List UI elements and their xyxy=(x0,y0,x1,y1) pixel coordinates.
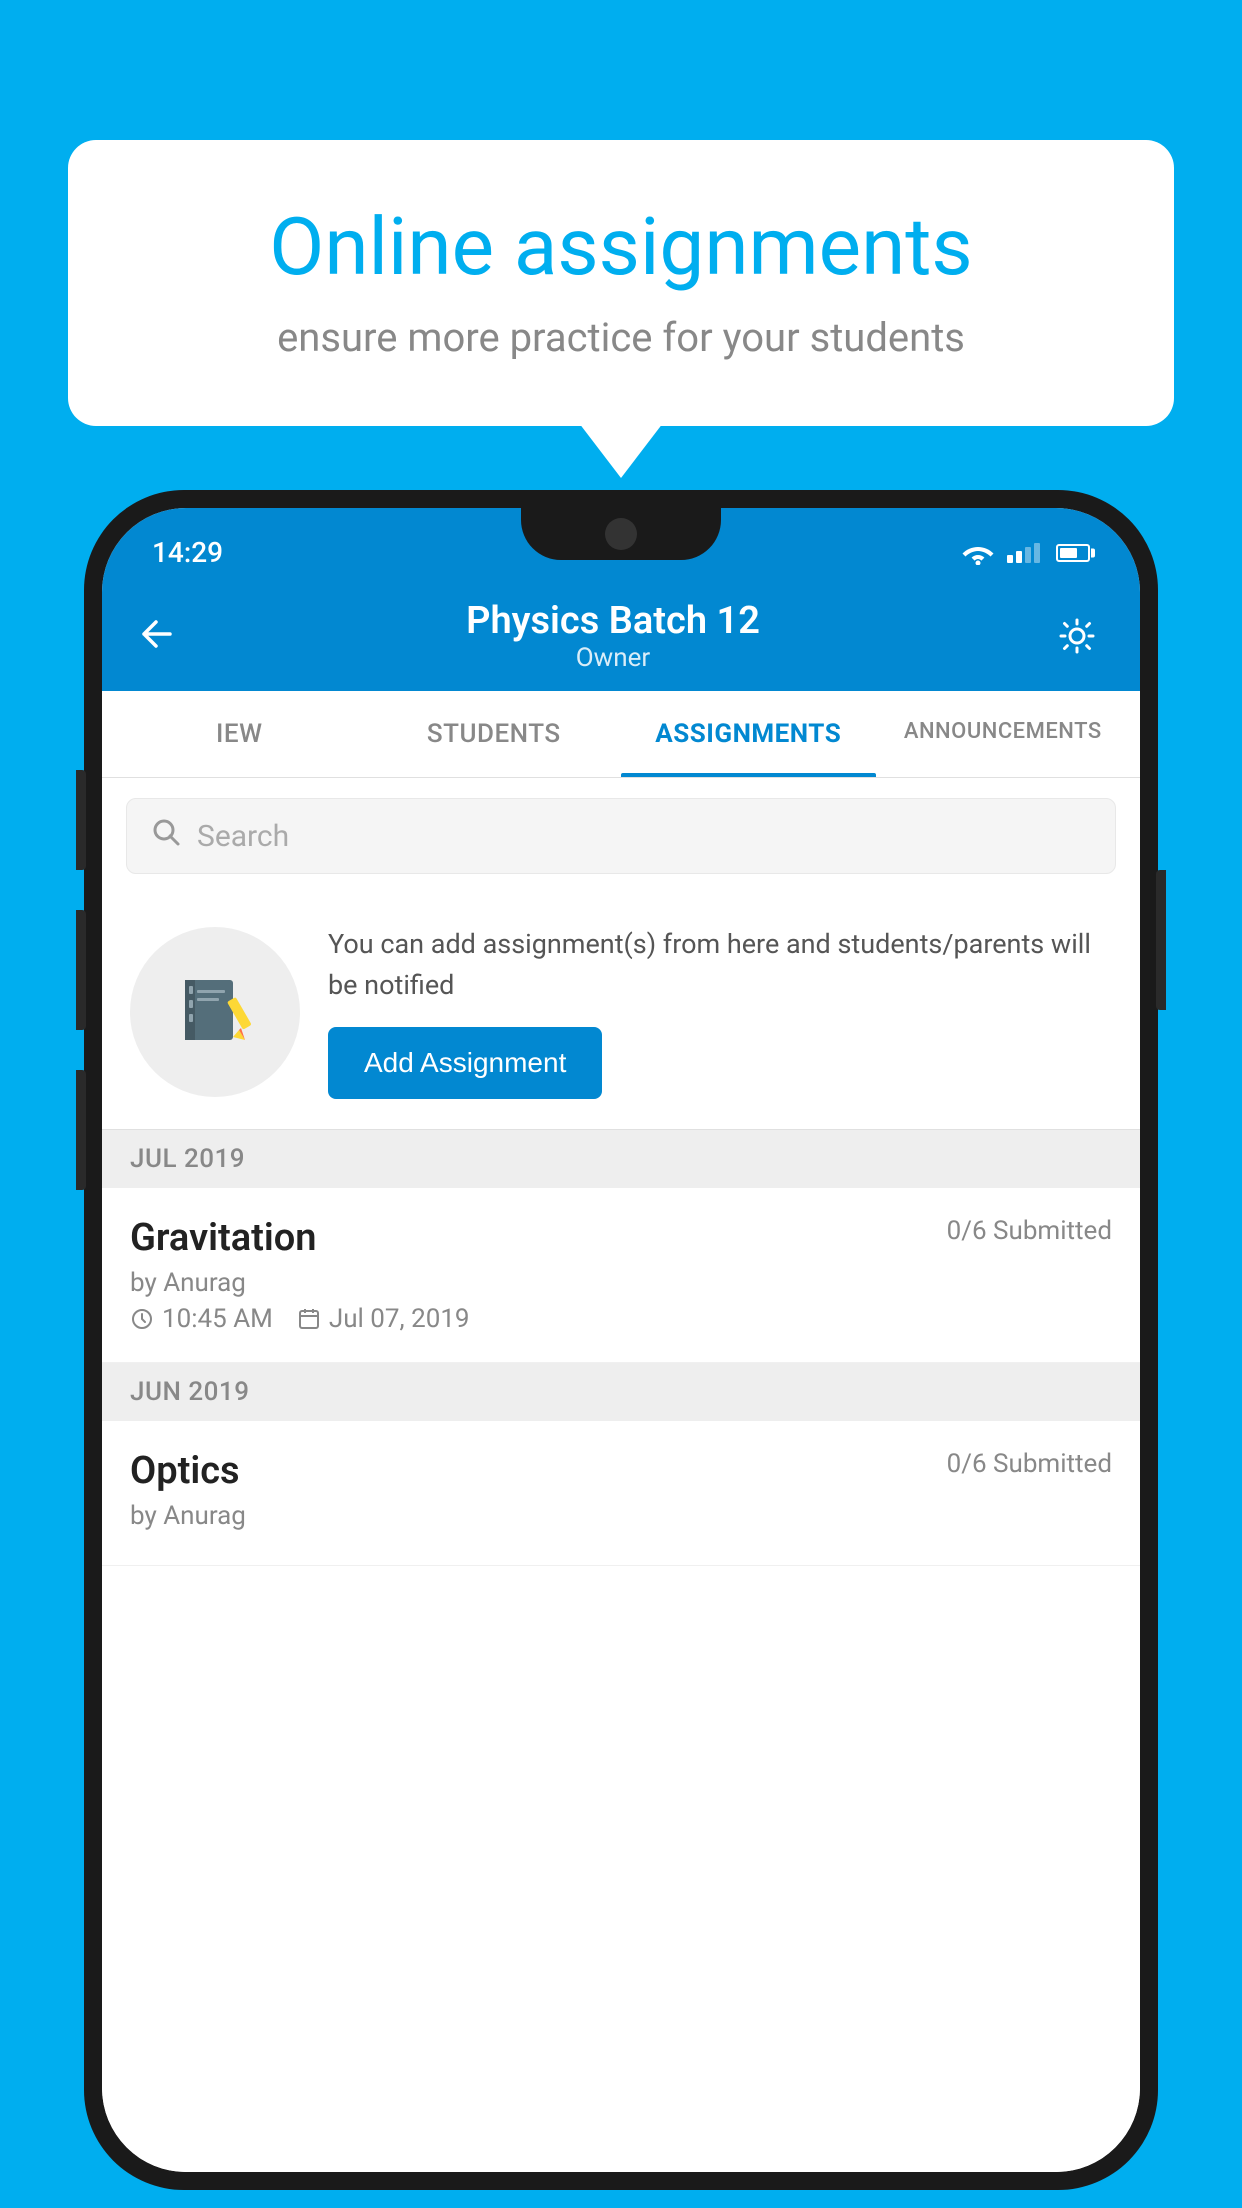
assignment-time-gravitation: 10:45 AM xyxy=(130,1304,273,1334)
header-title: Physics Batch 12 xyxy=(466,599,760,643)
signal-icon xyxy=(1007,543,1040,563)
tabs-bar: IEW STUDENTS ASSIGNMENTS ANNOUNCEMENTS xyxy=(102,691,1140,778)
search-bar[interactable]: Search xyxy=(126,798,1116,874)
speech-bubble: Online assignments ensure more practice … xyxy=(68,140,1174,426)
notebook-icon xyxy=(175,972,255,1052)
phone-frame: 14:29 xyxy=(84,490,1158,2190)
status-icons xyxy=(961,541,1090,565)
back-button[interactable] xyxy=(142,615,172,657)
wifi-icon xyxy=(961,541,995,565)
promo-text-section: You can add assignment(s) from here and … xyxy=(328,924,1112,1099)
bubble-subtitle: ensure more practice for your students xyxy=(138,314,1104,361)
assignment-date-gravitation: Jul 07, 2019 xyxy=(297,1304,470,1334)
search-bar-container: Search xyxy=(102,778,1140,894)
month-label-jun: JUN 2019 xyxy=(130,1377,1112,1407)
screen-content: Search xyxy=(102,778,1140,2172)
tab-announcements[interactable]: ANNOUNCEMENTS xyxy=(876,691,1131,777)
promo-icon-circle xyxy=(130,927,300,1097)
add-assignment-button[interactable]: Add Assignment xyxy=(328,1027,602,1099)
phone-notch xyxy=(521,508,721,560)
assignment-time-row-gravitation: 10:45 AM Jul 07, 2019 xyxy=(130,1304,1112,1334)
phone-screen: 14:29 xyxy=(102,508,1140,2172)
assignment-row-gravitation[interactable]: Gravitation 0/6 Submitted by Anurag 10:4… xyxy=(102,1188,1140,1363)
assignment-row-optics[interactable]: Optics 0/6 Submitted by Anurag xyxy=(102,1421,1140,1566)
status-time: 14:29 xyxy=(152,536,223,569)
search-input[interactable]: Search xyxy=(197,819,289,854)
tab-students[interactable]: STUDENTS xyxy=(367,691,622,777)
assignment-top-row: Gravitation 0/6 Submitted xyxy=(130,1216,1112,1260)
front-camera xyxy=(605,518,637,550)
assignment-top-row-optics: Optics 0/6 Submitted xyxy=(130,1449,1112,1493)
assignment-title-optics: Optics xyxy=(130,1449,240,1493)
header-center: Physics Batch 12 Owner xyxy=(466,599,760,673)
assignment-by-optics: by Anurag xyxy=(130,1501,1112,1531)
calendar-icon xyxy=(297,1307,321,1331)
month-label-jul: JUL 2019 xyxy=(130,1144,1112,1174)
clock-icon xyxy=(130,1307,154,1331)
month-section-jul: JUL 2019 xyxy=(102,1130,1140,1188)
assignment-title-gravitation: Gravitation xyxy=(130,1216,317,1260)
month-section-jun: JUN 2019 xyxy=(102,1363,1140,1421)
phone-power-button xyxy=(1156,870,1166,1010)
phone-vol-down-button xyxy=(76,1070,86,1190)
app-header: Physics Batch 12 Owner xyxy=(102,581,1140,691)
settings-button[interactable] xyxy=(1054,613,1100,659)
tab-iew[interactable]: IEW xyxy=(112,691,367,777)
tab-assignments[interactable]: ASSIGNMENTS xyxy=(621,691,876,777)
assignment-submitted-gravitation: 0/6 Submitted xyxy=(947,1216,1112,1246)
phone-vol-up-button xyxy=(76,910,86,1030)
phone-vol-mute-button xyxy=(76,770,86,870)
header-subtitle: Owner xyxy=(466,643,760,673)
battery-icon xyxy=(1056,544,1090,562)
phone-outer: 14:29 xyxy=(84,490,1158,2190)
search-icon xyxy=(151,817,181,855)
promo-description: You can add assignment(s) from here and … xyxy=(328,924,1112,1005)
assignment-by-gravitation: by Anurag xyxy=(130,1268,1112,1298)
assignment-submitted-optics: 0/6 Submitted xyxy=(947,1449,1112,1479)
bubble-title: Online assignments xyxy=(138,200,1104,294)
promo-section: You can add assignment(s) from here and … xyxy=(102,894,1140,1130)
speech-bubble-card: Online assignments ensure more practice … xyxy=(68,140,1174,426)
